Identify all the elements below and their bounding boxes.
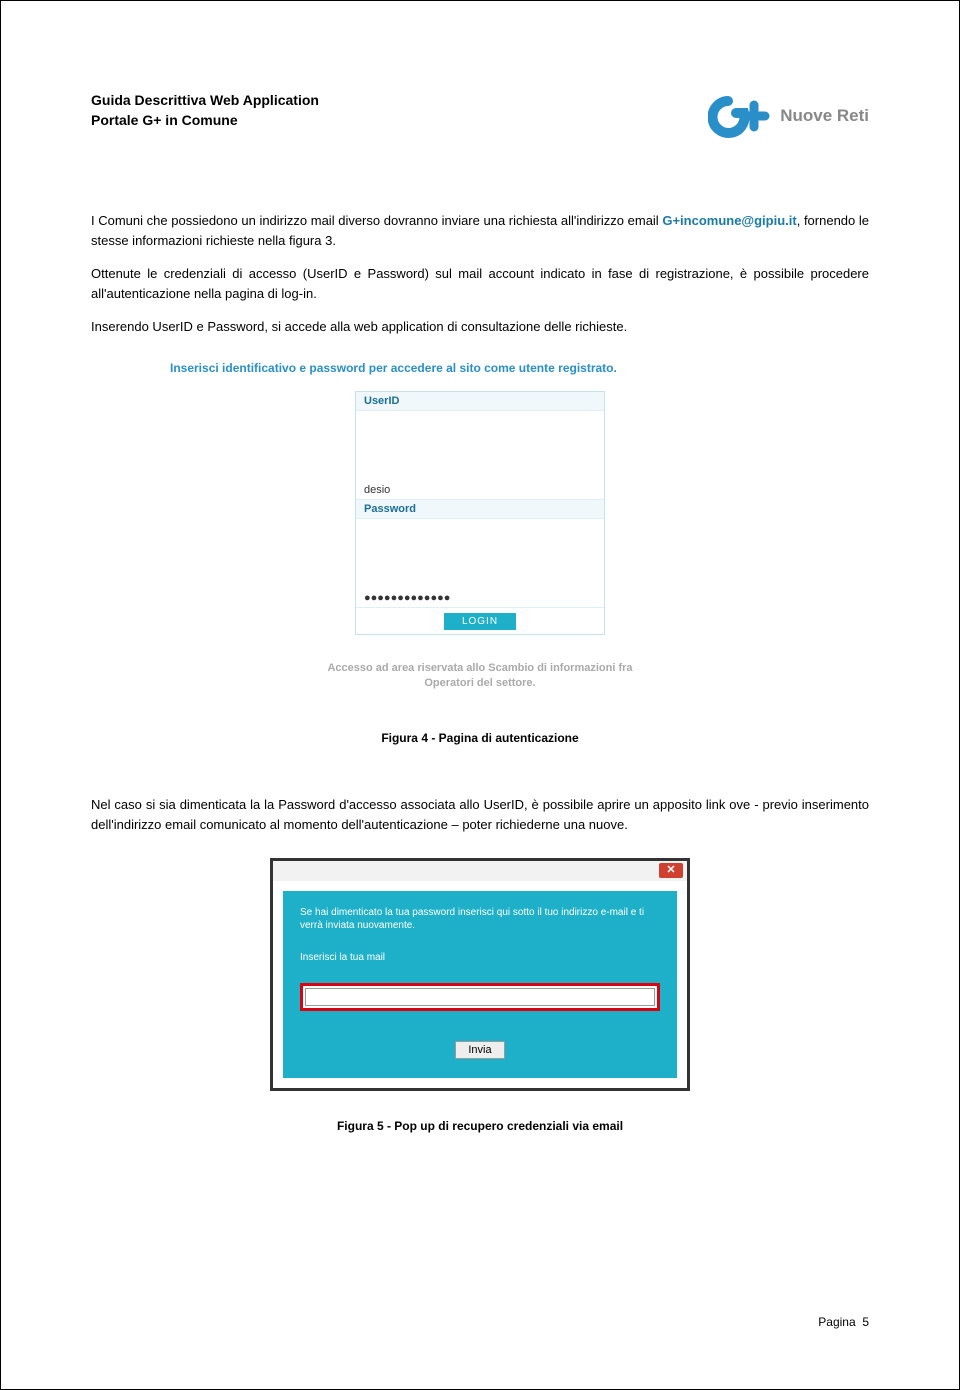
header-title-line1: Guida Descrittiva Web Application [91,91,319,111]
password-label: Password [356,500,604,519]
page-header: Guida Descrittiva Web Application Portal… [91,91,869,141]
password-input[interactable]: ●●●●●●●●●●●●● [356,589,604,608]
recovery-popup-screenshot: ✕ Se hai dimenticato la tua password ins… [270,858,690,1091]
userid-label: UserID [356,392,604,411]
login-screenshot-heading: Inserisci identificativo e password per … [170,361,790,375]
logo-text: Nuove Reti [780,106,869,126]
page-footer: Pagina 5 [818,1315,869,1329]
email-link: G+incomune@gipiu.it [662,213,796,228]
paragraph-3: Inserendo UserID e Password, si accede a… [91,317,869,337]
submit-button-wrap: Invia [300,1041,660,1059]
login-button-wrap: LOGIN [356,608,604,634]
login-footer-line1: Accesso ad area riservata allo Scambio d… [170,661,790,676]
header-title: Guida Descrittiva Web Application Portal… [91,91,319,130]
paragraph-2: Ottenute le credenziali di accesso (User… [91,264,869,303]
popup-titlebar: ✕ [273,861,687,881]
logo: Nuove Reti [708,91,869,141]
login-form: UserID desio Password ●●●●●●●●●●●●● LOGI… [355,391,605,635]
login-screenshot: Inserisci identificativo e password per … [170,361,790,692]
submit-button[interactable]: Invia [455,1041,504,1059]
userid-input[interactable]: desio [356,481,604,500]
login-screenshot-footer: Accesso ad area riservata allo Scambio d… [170,661,790,692]
login-footer-line2: Operatori del settore. [170,676,790,691]
popup-message: Se hai dimenticato la tua password inser… [300,906,660,932]
popup-body: Se hai dimenticato la tua password inser… [283,891,677,1078]
paragraph-1: I Comuni che possiedono un indirizzo mai… [91,211,869,250]
header-title-line2: Portale G+ in Comune [91,111,319,131]
paragraph-4: Nel caso si sia dimenticata la la Passwo… [91,795,869,834]
page-label: Pagina [818,1315,855,1329]
document-page: Guida Descrittiva Web Application Portal… [0,0,960,1390]
page-number: 5 [862,1315,869,1329]
figure-5-caption: Figura 5 - Pop up di recupero credenzial… [91,1119,869,1133]
close-icon[interactable]: ✕ [659,863,683,878]
email-input[interactable] [305,988,655,1006]
figure-4-caption: Figura 4 - Pagina di autenticazione [91,731,869,745]
login-button[interactable]: LOGIN [444,613,516,630]
logo-icon [708,91,778,141]
email-input-label: Inserisci la tua mail [300,952,660,963]
para1-pre: I Comuni che possiedono un indirizzo mai… [91,213,662,228]
email-input-highlight [300,983,660,1011]
